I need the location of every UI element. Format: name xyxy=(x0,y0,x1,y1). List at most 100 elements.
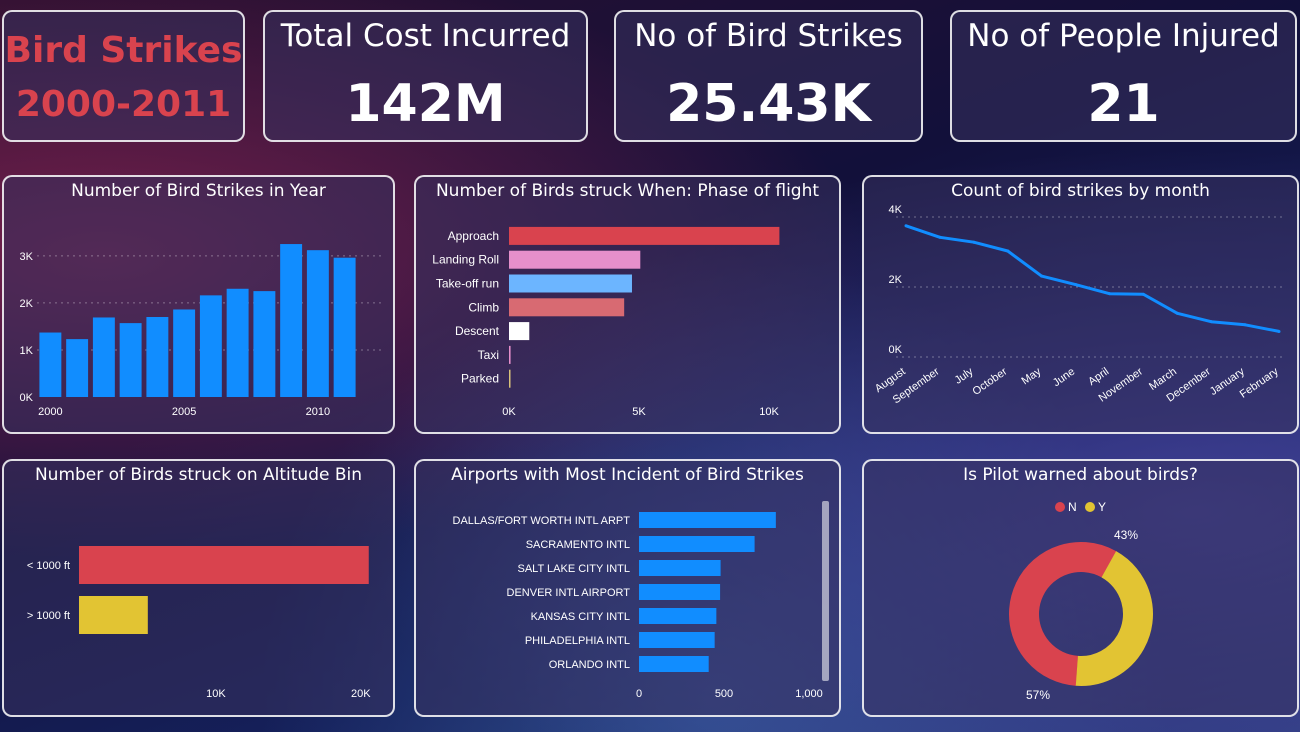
brand-years: 2000-2011 xyxy=(15,84,232,125)
data-point xyxy=(1040,274,1044,278)
legend-label: N xyxy=(1068,500,1077,514)
bar xyxy=(639,512,776,528)
category-label: SACRAMENTO INTL xyxy=(526,539,630,551)
kpi-value: 25.43K xyxy=(666,74,871,134)
category-label: Descent xyxy=(455,324,500,338)
bar xyxy=(639,656,709,672)
category-label: Climb xyxy=(468,300,499,314)
category-label: SALT LAKE CITY INTL xyxy=(518,563,631,575)
bar xyxy=(253,291,276,397)
bar xyxy=(199,295,222,397)
x-tick-label: 2000 xyxy=(38,406,62,418)
bar xyxy=(509,226,780,245)
legend-label: Y xyxy=(1098,500,1106,514)
x-tick-label: October xyxy=(971,365,1010,397)
bar xyxy=(173,309,196,397)
x-tick-label: 20K xyxy=(351,688,371,700)
y-tick-label: 0K xyxy=(889,344,903,356)
chart-card-pilot-warned[interactable]: Is Pilot warned about birds? N Y 43% 57% xyxy=(862,459,1299,717)
data-point xyxy=(1074,283,1078,287)
kpi-card-bird-strikes: No of Bird Strikes 25.43K xyxy=(614,10,923,142)
y-tick-label: 1K xyxy=(20,345,34,357)
y-tick-label: 3K xyxy=(20,251,34,263)
category-label: > 1000 ft xyxy=(27,610,70,622)
bar xyxy=(79,596,148,634)
data-point xyxy=(1006,249,1010,253)
category-label: < 1000 ft xyxy=(27,560,70,572)
category-label: Take-off run xyxy=(436,277,499,291)
data-point xyxy=(1175,311,1179,315)
x-tick-label: 0 xyxy=(636,688,642,700)
chart-card-altitude-bin[interactable]: Number of Birds struck on Altitude Bin <… xyxy=(2,459,395,717)
category-label: Taxi xyxy=(478,348,499,362)
category-label: Landing Roll xyxy=(432,253,499,267)
bar xyxy=(509,274,632,293)
chart-card-phase-of-flight[interactable]: Number of Birds struck When: Phase of fl… xyxy=(414,175,841,434)
y-tick-label: 2K xyxy=(889,274,903,286)
month-line-chart: 0K2K4KAugustSeptember JulyOctober May June A… xyxy=(873,204,1284,406)
pilot-donut-chart: N Y 43% 57% xyxy=(1009,500,1153,702)
category-label: PHILADELPHIA INTL xyxy=(525,635,630,647)
bar xyxy=(280,244,303,397)
bar xyxy=(509,369,511,388)
y-tick-label: 2K xyxy=(20,298,34,310)
year-bar-chart: 0K 1K 2K 3K 2000 2005 2010 xyxy=(20,244,384,418)
x-tick-label: 0K xyxy=(502,406,516,418)
bar xyxy=(39,332,62,397)
category-label: ORLANDO INTL xyxy=(549,659,630,671)
bar xyxy=(333,257,356,397)
x-tick-label: February xyxy=(1238,365,1281,400)
kpi-card-people-injured: No of People Injured 21 xyxy=(950,10,1297,142)
x-tick-label: 1,000 xyxy=(795,688,823,700)
altitude-bar-chart: < 1000 ft > 1000 ft 10K 20K xyxy=(27,546,371,700)
data-point xyxy=(972,240,976,244)
x-tick-label: 10K xyxy=(206,688,226,700)
bar xyxy=(639,608,717,624)
category-label: DALLAS/FORT WORTH INTL ARPT xyxy=(453,515,631,527)
chart-card-strikes-by-year[interactable]: Number of Bird Strikes in Year 0K 1K 2K 3K 2… xyxy=(2,175,395,434)
data-point xyxy=(1243,323,1247,327)
bar xyxy=(639,536,755,552)
x-tick-label: June xyxy=(1051,366,1077,390)
category-label: DENVER INTL AIRPORT xyxy=(507,587,631,599)
kpi-value: 21 xyxy=(1087,74,1160,134)
data-point xyxy=(1107,292,1111,296)
category-label: KANSAS CITY INTL xyxy=(531,611,630,623)
bar xyxy=(92,317,115,397)
category-label: Parked xyxy=(461,372,499,386)
slice-label: 57% xyxy=(1026,688,1050,702)
bar xyxy=(79,546,369,584)
bar xyxy=(509,345,511,364)
bar xyxy=(639,632,715,648)
legend-marker xyxy=(1085,502,1095,512)
brand-card: Bird Strikes 2000-2011 xyxy=(2,10,245,142)
kpi-title: No of People Injured xyxy=(967,18,1280,54)
bar xyxy=(509,298,625,317)
bar xyxy=(306,250,329,397)
x-tick-label: 10K xyxy=(759,406,779,418)
scrollbar xyxy=(822,501,829,681)
x-tick-label: April xyxy=(1086,366,1111,388)
y-tick-label: 0K xyxy=(20,392,34,404)
brand-title: Bird Strikes xyxy=(4,30,243,71)
chart-card-airports[interactable]: Airports with Most Incident of Bird Stri… xyxy=(414,459,841,717)
data-point xyxy=(904,224,908,228)
chart-card-strikes-by-month[interactable]: Count of bird strikes by month 0K 2K 4K Aug… xyxy=(862,175,1299,434)
x-tick-label: May xyxy=(1019,365,1043,387)
data-point xyxy=(1277,329,1281,333)
bar xyxy=(146,317,169,397)
bar xyxy=(639,560,721,576)
data-point xyxy=(938,235,942,239)
kpi-title: Total Cost Incurred xyxy=(280,18,571,54)
category-label: Approach xyxy=(448,229,499,243)
data-point xyxy=(1209,320,1213,324)
series-line xyxy=(905,224,1280,333)
slice-label: 43% xyxy=(1114,528,1138,542)
x-tick-label: 2005 xyxy=(172,406,196,418)
kpi-title: No of Bird Strikes xyxy=(634,18,903,54)
bar xyxy=(66,339,89,397)
x-tick-label: 2010 xyxy=(306,406,330,418)
y-tick-label: 4K xyxy=(889,204,903,216)
legend-marker xyxy=(1055,502,1065,512)
bar xyxy=(509,322,530,341)
